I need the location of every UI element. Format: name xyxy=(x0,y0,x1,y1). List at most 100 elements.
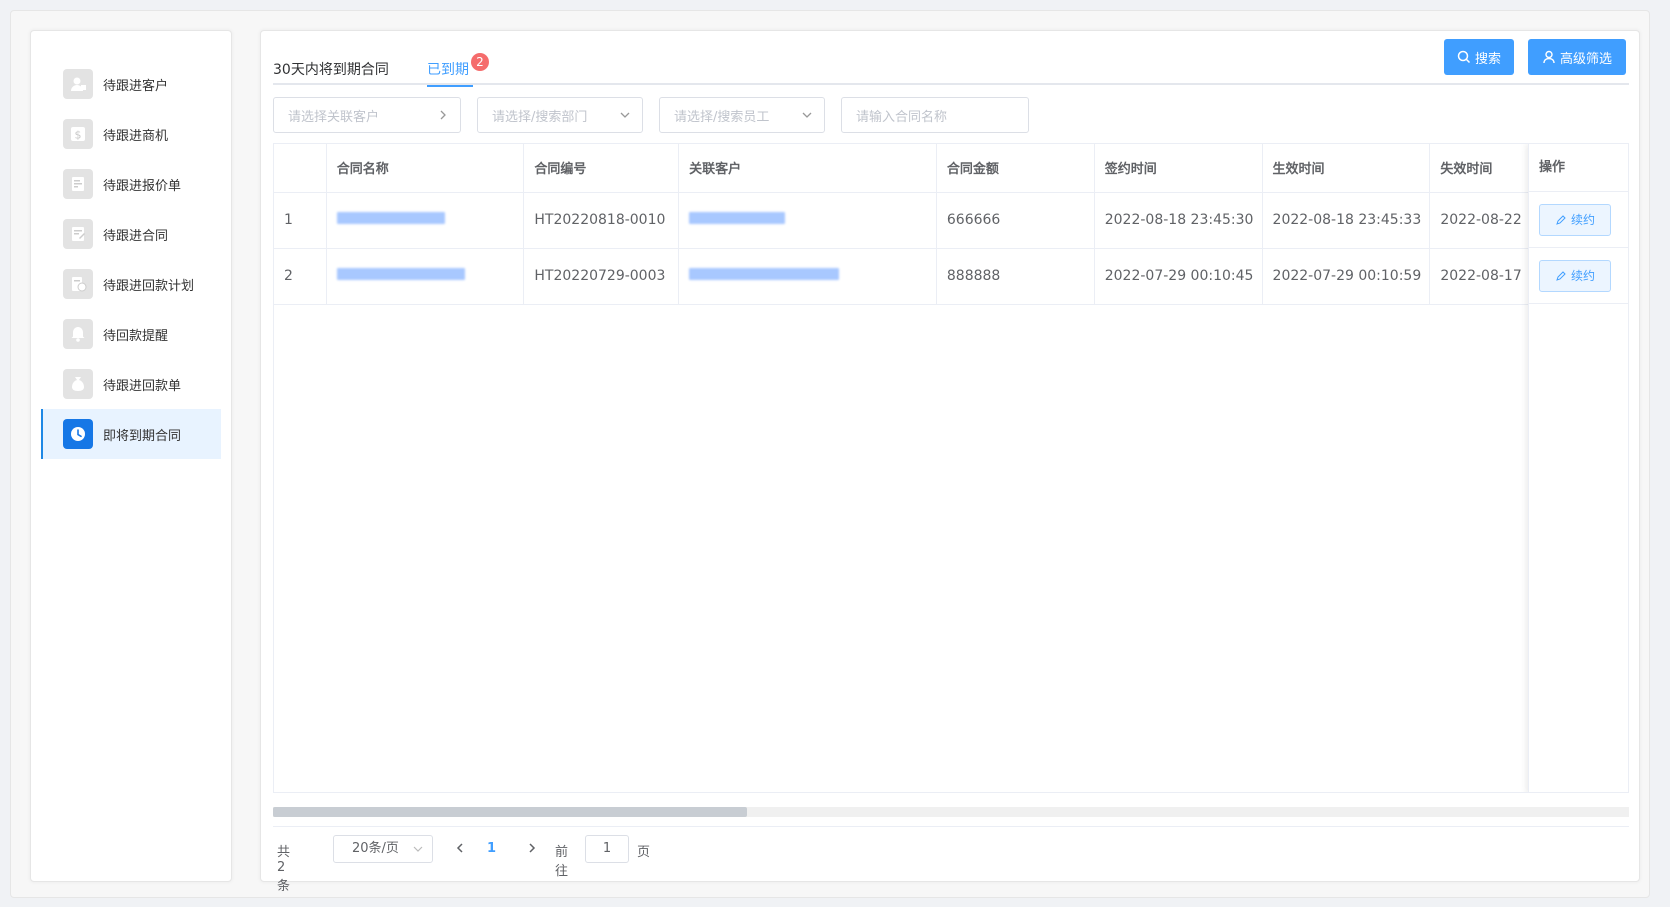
sidebar-item-expiring-contracts[interactable]: 即将到期合同 xyxy=(41,409,221,459)
contracts-table: 合同名称 合同编号 关联客户 合同金额 签约时间 生效时间 失效时间 1 HT2… xyxy=(273,143,1629,793)
chevron-right-icon xyxy=(440,110,446,120)
sidebar-item-pending-receipts[interactable]: 待跟进回款单 xyxy=(41,359,221,409)
contract-no-cell: HT20220818-0010 xyxy=(523,192,680,249)
next-page-icon[interactable] xyxy=(525,841,539,855)
goto-page-input[interactable]: 1 xyxy=(585,835,629,863)
redacted-contract-name xyxy=(336,212,445,224)
chevron-down-icon xyxy=(620,112,630,118)
column-header: 合同名称 xyxy=(326,144,525,193)
sidebar-item-pending-customers[interactable]: 待跟进客户 xyxy=(41,59,221,109)
employee-select-placeholder: 请选择/搜索员工 xyxy=(674,109,770,125)
advanced-filter-button[interactable]: 高级筛选 xyxy=(1528,39,1626,75)
customer-cell[interactable] xyxy=(678,248,937,305)
contract-name-input[interactable]: 请输入合同名称 xyxy=(841,97,1029,133)
chevron-down-icon xyxy=(413,846,423,852)
customer-cell[interactable] xyxy=(678,192,937,249)
redacted-customer-name xyxy=(689,268,840,280)
sidebar-item-label: 即将到期合同 xyxy=(103,428,182,444)
sidebar-item-pending-contracts[interactable]: 待跟进合同 xyxy=(41,209,221,259)
action-cell: 续约 xyxy=(1529,248,1628,304)
renew-button[interactable]: 续约 xyxy=(1539,259,1611,292)
redacted-contract-name xyxy=(336,268,465,280)
effective-time-cell: 2022-08-18 23:45:33 xyxy=(1262,192,1431,249)
sidebar-item-label: 待跟进合同 xyxy=(103,228,169,244)
column-header: 关联客户 xyxy=(678,144,937,193)
tab-bar: 30天内将到期合同 已到期 2 xyxy=(273,45,1629,87)
money-bag-icon xyxy=(63,369,93,399)
column-header: 合同金额 xyxy=(936,144,1095,193)
search-button[interactable]: 搜索 xyxy=(1444,39,1514,75)
divider xyxy=(273,826,1629,827)
row-index: 1 xyxy=(274,192,327,249)
department-select-placeholder: 请选择/搜索部门 xyxy=(492,109,588,125)
page-number[interactable]: 1 xyxy=(487,841,496,856)
customer-select[interactable]: 请选择关联客户 xyxy=(273,97,461,133)
sidebar-item-pending-quotes[interactable]: 待跟进报价单 xyxy=(41,159,221,209)
horizontal-scrollbar[interactable] xyxy=(273,807,1629,817)
amount-cell: 888888 xyxy=(936,248,1095,305)
column-header: 操作 xyxy=(1529,144,1628,192)
user-icon xyxy=(1543,50,1555,64)
department-select[interactable]: 请选择/搜索部门 xyxy=(477,97,643,133)
payment-plan-icon xyxy=(63,269,93,299)
contract-icon xyxy=(63,219,93,249)
tab-expired[interactable]: 已到期 2 xyxy=(427,53,489,87)
contract-name-placeholder: 请输入合同名称 xyxy=(856,109,948,125)
table-row: 1 HT20220818-0010 666666 2022-08-18 23:4… xyxy=(274,192,1628,249)
advanced-filter-label: 高级筛选 xyxy=(1559,51,1612,67)
dollar-icon: $ xyxy=(63,119,93,149)
effective-time-cell: 2022-07-29 00:10:59 xyxy=(1262,248,1431,305)
contract-name-cell[interactable] xyxy=(326,192,525,249)
main-panel: 30天内将到期合同 已到期 2 搜索 高级筛选 请选择关联客户 请选择/搜索部门… xyxy=(260,30,1640,894)
contract-no-cell: HT20220729-0003 xyxy=(523,248,680,305)
sidebar: 待跟进客户 $ 待跟进商机 待跟进报价单 待跟进合同 待跟进回款计划 待回款提醒 xyxy=(30,30,232,882)
column-header: 生效时间 xyxy=(1262,144,1431,193)
sidebar-item-label: 待跟进回款计划 xyxy=(103,278,195,294)
column-header: 合同编号 xyxy=(523,144,680,193)
count-badge: 2 xyxy=(471,53,489,71)
row-index: 2 xyxy=(274,248,327,305)
search-icon xyxy=(1457,50,1471,64)
tab-30-days-expiring[interactable]: 30天内将到期合同 xyxy=(273,59,389,87)
contract-name-cell[interactable] xyxy=(326,248,525,305)
customer-select-placeholder: 请选择关联客户 xyxy=(288,109,380,125)
clock-icon xyxy=(63,419,93,449)
tab-label: 已到期 xyxy=(427,62,469,78)
sidebar-item-pending-opportunities[interactable]: $ 待跟进商机 xyxy=(41,109,221,159)
scrollbar-thumb[interactable] xyxy=(273,807,747,817)
renew-button[interactable]: 续约 xyxy=(1539,203,1611,236)
sidebar-item-label: 待跟进商机 xyxy=(103,128,169,144)
goto-label: 前往 xyxy=(555,845,569,879)
employee-select[interactable]: 请选择/搜索员工 xyxy=(659,97,825,133)
sidebar-item-pending-payment-plans[interactable]: 待跟进回款计划 xyxy=(41,259,221,309)
renew-button-label: 续约 xyxy=(1570,269,1595,283)
index-header xyxy=(274,144,327,193)
page-unit-label: 页 xyxy=(637,845,651,860)
edit-icon xyxy=(1556,270,1566,281)
page-size-select[interactable]: 20条/页 xyxy=(333,835,433,863)
signed-time-cell: 2022-08-18 23:45:30 xyxy=(1094,192,1263,249)
page-size-value: 20条/页 xyxy=(352,841,399,856)
search-button-label: 搜索 xyxy=(1474,51,1501,67)
total-count: 共 2 条 xyxy=(277,845,291,894)
sidebar-item-label: 待跟进回款单 xyxy=(103,378,182,394)
sidebar-item-label: 待跟进报价单 xyxy=(103,178,182,194)
redacted-customer-name xyxy=(689,212,786,224)
renew-button-label: 续约 xyxy=(1570,213,1595,227)
sidebar-item-label: 待回款提醒 xyxy=(103,328,169,344)
prev-page-icon[interactable] xyxy=(453,841,467,855)
table-header-row: 合同名称 合同编号 关联客户 合同金额 签约时间 生效时间 失效时间 xyxy=(274,144,1628,193)
fixed-action-column: 操作 续约 续约 xyxy=(1528,144,1628,792)
edit-icon xyxy=(1556,214,1566,225)
table-row: 2 HT20220729-0003 888888 2022-07-29 00:1… xyxy=(274,248,1628,305)
sidebar-item-label: 待跟进客户 xyxy=(103,78,169,94)
column-header: 签约时间 xyxy=(1094,144,1263,193)
sidebar-item-payment-reminders[interactable]: 待回款提醒 xyxy=(41,309,221,359)
action-cell: 续约 xyxy=(1529,192,1628,248)
chevron-down-icon xyxy=(802,112,812,118)
customer-icon xyxy=(63,69,93,99)
bell-icon xyxy=(63,319,93,349)
svg-text:$: $ xyxy=(75,129,82,142)
signed-time-cell: 2022-07-29 00:10:45 xyxy=(1094,248,1263,305)
amount-cell: 666666 xyxy=(936,192,1095,249)
